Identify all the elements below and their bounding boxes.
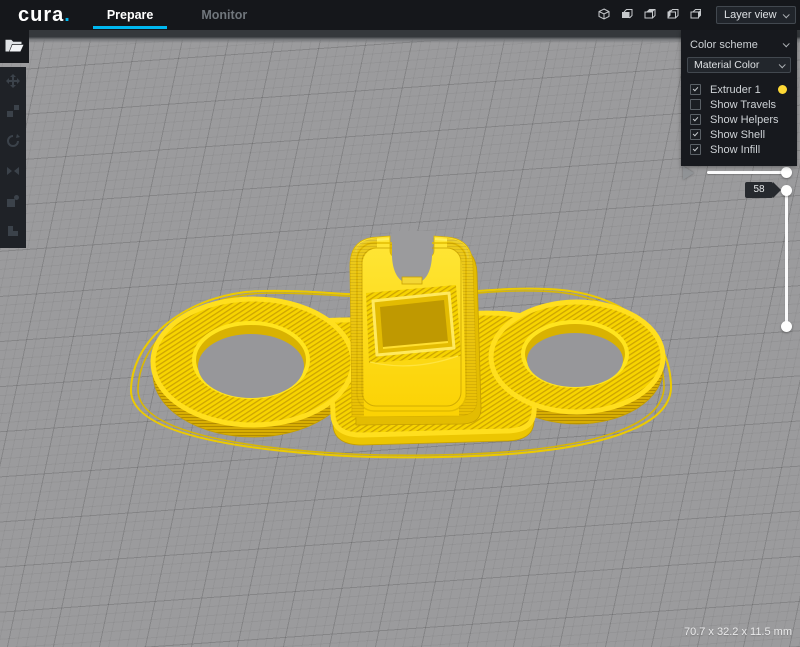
per-model-settings-icon xyxy=(5,193,21,212)
open-file-button[interactable] xyxy=(0,30,29,63)
option-label: Extruder 1 xyxy=(710,84,761,96)
mirror-icon xyxy=(5,163,21,182)
cura-logo: cura. xyxy=(18,0,71,30)
cura-window: cura. Prepare Monitor Layer view xyxy=(0,0,800,647)
view-3d-icon xyxy=(598,8,610,23)
option-show-shell[interactable]: Show Shell xyxy=(681,127,797,142)
view-front-button[interactable] xyxy=(619,7,635,23)
layer-slider-top-handle[interactable] xyxy=(781,185,792,196)
view-top-button[interactable] xyxy=(642,7,658,23)
tool-rail xyxy=(0,67,26,248)
buildplate-horizon xyxy=(0,30,800,43)
rotate-icon xyxy=(5,133,21,152)
layer-range-slider[interactable] xyxy=(707,171,787,174)
view-left-button[interactable] xyxy=(665,7,681,23)
color-scheme-header[interactable]: Color scheme xyxy=(681,37,797,52)
checkbox-icon[interactable] xyxy=(690,84,701,95)
support-blocker-tool-button[interactable] xyxy=(0,218,26,248)
view-top-icon xyxy=(644,8,656,23)
color-scheme-value: Material Color xyxy=(694,59,759,71)
layer-slider[interactable] xyxy=(785,190,788,327)
view-3d-button[interactable] xyxy=(596,7,612,23)
checkbox-icon[interactable] xyxy=(690,129,701,140)
view-mode-value: Layer view xyxy=(724,9,777,21)
range-slider-handle[interactable] xyxy=(781,167,792,178)
layer-number-badge: 58 xyxy=(745,182,773,198)
option-extruder-1[interactable]: Extruder 1 xyxy=(681,82,797,97)
view-front-icon xyxy=(621,8,633,23)
tab-monitor[interactable]: Monitor xyxy=(177,0,271,30)
option-label: Show Helpers xyxy=(710,114,778,126)
rotate-tool-button[interactable] xyxy=(0,127,26,157)
scale-tool-button[interactable] xyxy=(0,97,26,127)
checkbox-icon[interactable] xyxy=(690,114,701,125)
extruder-color-swatch xyxy=(778,85,787,94)
tab-prepare[interactable]: Prepare xyxy=(83,0,178,30)
option-show-infill[interactable]: Show Infill xyxy=(681,142,797,157)
viewport-3d[interactable] xyxy=(0,30,800,647)
open-folder-icon xyxy=(5,39,24,55)
option-show-travels[interactable]: Show Travels xyxy=(681,97,797,112)
view-controls: Layer view xyxy=(596,6,800,24)
move-tool-button[interactable] xyxy=(0,67,26,97)
option-label: Show Infill xyxy=(710,144,760,156)
layer-view-panel: Color scheme Material Color Extruder 1 Sh… xyxy=(681,30,797,166)
mirror-tool-button[interactable] xyxy=(0,158,26,188)
option-label: Show Shell xyxy=(710,129,765,141)
chevron-down-icon xyxy=(783,11,790,18)
view-right-button[interactable] xyxy=(688,7,704,23)
layer-slider-bottom-handle[interactable] xyxy=(781,321,792,332)
header-bar: cura. Prepare Monitor Layer view xyxy=(0,0,800,30)
color-scheme-dropdown[interactable]: Material Color xyxy=(687,57,791,73)
chevron-down-icon xyxy=(779,61,786,68)
option-show-helpers[interactable]: Show Helpers xyxy=(681,112,797,127)
stage-tabs: Prepare Monitor xyxy=(83,0,271,30)
simulation-play-button[interactable] xyxy=(683,166,694,180)
color-scheme-label: Color scheme xyxy=(690,39,758,51)
view-right-icon xyxy=(690,8,702,23)
checkbox-icon[interactable] xyxy=(690,144,701,155)
scale-icon xyxy=(5,103,21,122)
view-mode-dropdown[interactable]: Layer view xyxy=(716,6,796,24)
move-icon xyxy=(5,73,21,92)
view-left-icon xyxy=(667,8,679,23)
option-label: Show Travels xyxy=(710,99,776,111)
model-dimensions: 70.7 x 32.2 x 11.5 mm xyxy=(684,626,792,638)
per-model-settings-tool-button[interactable] xyxy=(0,188,26,218)
checkbox-icon[interactable] xyxy=(690,99,701,110)
support-blocker-icon xyxy=(5,223,21,242)
chevron-down-icon xyxy=(783,40,790,47)
view-options: Extruder 1 Show Travels Show Helpers Show S… xyxy=(681,82,797,157)
